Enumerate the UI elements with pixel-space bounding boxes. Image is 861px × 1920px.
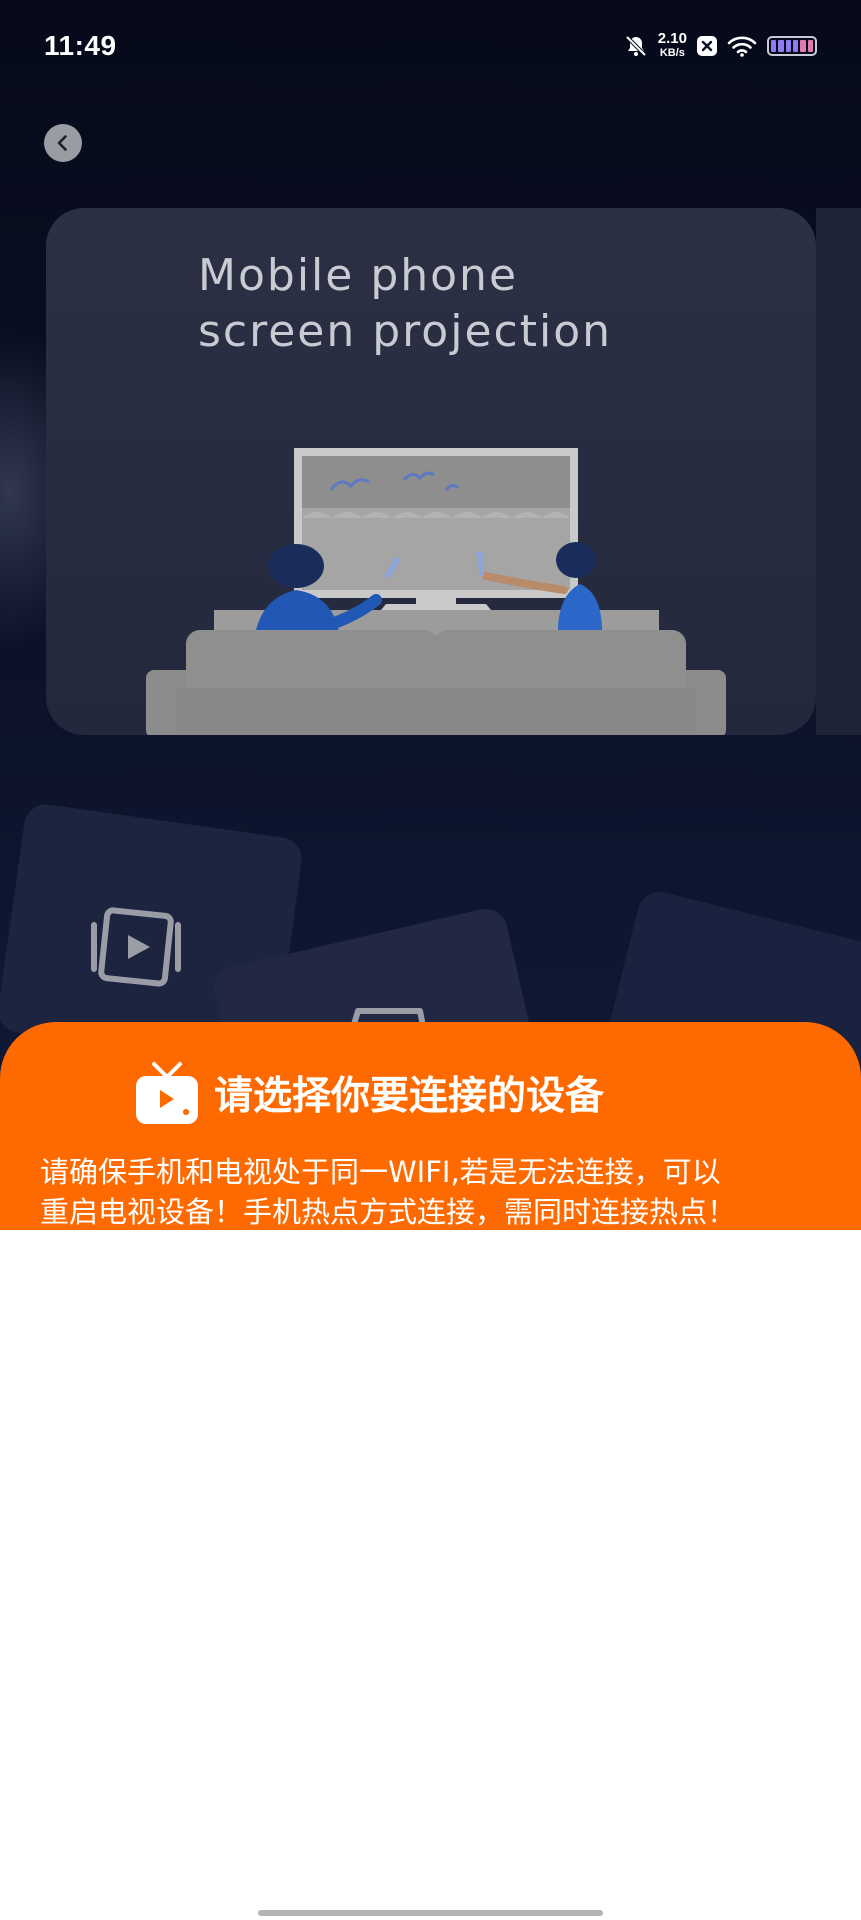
hero-card-edge (816, 208, 861, 735)
panel-header: 请选择你要连接的设备 (134, 1060, 604, 1126)
top-section: 11:49 2.10 KB/s Mobile phone screen proj… (0, 0, 861, 1230)
home-indicator[interactable] (258, 1910, 603, 1916)
battery-icon (767, 36, 817, 56)
status-icons: 2.10 KB/s (624, 30, 817, 60)
hero-title-line2: screen projection (198, 306, 612, 357)
hero-title-line1: Mobile phone (198, 250, 519, 301)
hero-card: Mobile phone screen projection (46, 208, 816, 735)
net-speed: 2.10 KB/s (657, 30, 687, 60)
hero-title: Mobile phone screen projection (198, 248, 612, 360)
device-select-panel: 请选择你要连接的设备 请确保手机和电视处于同一WIFI,若是无法连接，可以 重启… (0, 1022, 861, 1230)
panel-description-line1: 请确保手机和电视处于同一WIFI,若是无法连接，可以 (40, 1155, 721, 1189)
panel-description: 请确保手机和电视处于同一WIFI,若是无法连接，可以 重启电视设备！手机热点方式… (40, 1152, 840, 1230)
close-box-icon (697, 35, 717, 57)
panel-description-line2: 重启电视设备！手机热点方式连接，需同时连接热点！ (40, 1195, 737, 1229)
chevron-left-icon (53, 133, 73, 153)
net-speed-value: 2.10 (657, 30, 687, 47)
back-button[interactable] (44, 124, 82, 162)
bell-off-icon (624, 34, 648, 58)
video-slides-icon (88, 905, 184, 993)
tv-icon (134, 1060, 200, 1126)
wifi-icon (727, 35, 757, 57)
status-bar: 11:49 2.10 KB/s (0, 0, 861, 100)
tv-viewers-illustration (146, 448, 726, 735)
net-speed-unit: KB/s (659, 47, 685, 59)
panel-title: 请选择你要连接的设备 (214, 1074, 605, 1119)
status-time: 11:49 (44, 30, 117, 61)
